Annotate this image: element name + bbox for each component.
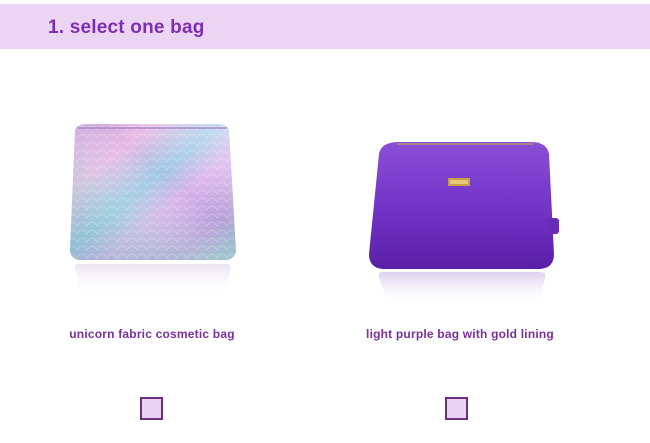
bag-option-purple[interactable]: light purple bag with gold lining: [335, 58, 585, 443]
bag-option-label: unicorn fabric cosmetic bag: [69, 327, 235, 341]
section-header: 1. select one bag: [0, 4, 650, 49]
bag-option-checkbox[interactable]: [445, 397, 468, 420]
section-title: 1. select one bag: [48, 17, 205, 38]
bag-option-checkbox[interactable]: [140, 397, 163, 420]
holographic-bag-image[interactable]: [27, 58, 277, 318]
bag-option-unicorn[interactable]: unicorn fabric cosmetic bag: [27, 58, 277, 443]
bag-option-label: light purple bag with gold lining: [366, 327, 554, 341]
purple-bag-image[interactable]: [335, 58, 585, 318]
